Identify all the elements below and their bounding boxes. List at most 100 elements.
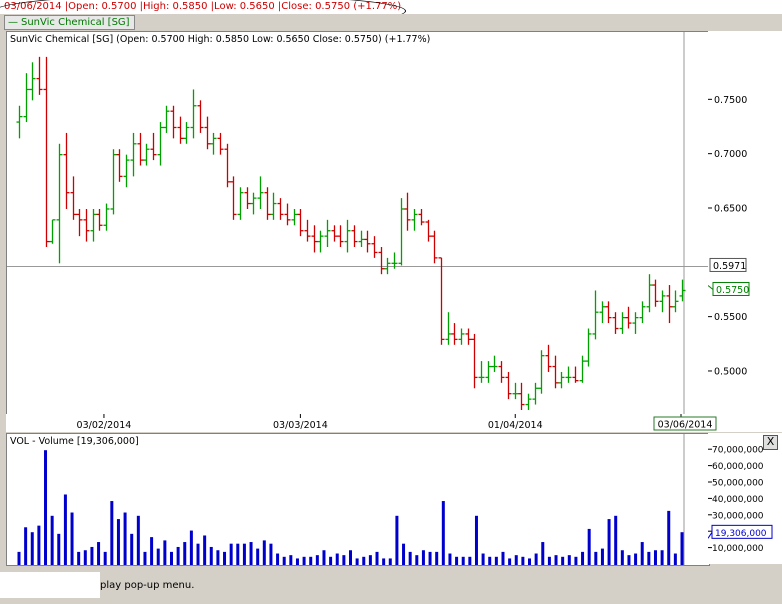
ohlc-bar xyxy=(558,371,565,389)
ohlc-bar xyxy=(204,116,211,150)
volume-bar xyxy=(402,543,406,565)
volume-bar xyxy=(474,515,478,565)
volume-bar xyxy=(415,555,419,565)
ohlc-bar xyxy=(76,208,83,237)
ohlc-bar xyxy=(572,366,579,383)
volume-bar xyxy=(547,556,551,565)
ohlc-bar xyxy=(625,306,632,329)
bottom-status-text: play pop-up menu. xyxy=(100,580,195,591)
price-chart[interactable] xyxy=(7,32,709,415)
ohlc-bar xyxy=(224,143,231,188)
volume-bar xyxy=(24,527,28,565)
ohlc-bar xyxy=(150,132,157,161)
close-volume-panel-button[interactable]: X xyxy=(763,435,778,450)
ohlc-bar xyxy=(358,230,365,248)
volume-bar xyxy=(209,546,213,565)
volume-bar xyxy=(169,551,173,565)
ohlc-bar xyxy=(197,100,204,133)
volume-bar xyxy=(620,550,624,565)
volume-bar xyxy=(594,551,598,565)
volume-header: VOL - Volume [19,306,000] xyxy=(10,436,139,447)
ohlc-bar xyxy=(244,187,251,209)
volume-bar xyxy=(673,553,677,565)
ohlc-bar xyxy=(23,73,30,123)
volume-bar xyxy=(44,450,48,565)
ohlc-bar xyxy=(646,274,653,313)
volume-tick-label: 50,000,000 xyxy=(712,479,764,489)
ohlc-bar xyxy=(438,257,445,345)
volume-bar xyxy=(435,551,439,565)
volume-bar xyxy=(501,551,505,565)
volume-bar xyxy=(534,553,538,565)
volume-bar xyxy=(229,543,233,565)
ohlc-bar xyxy=(83,208,90,242)
ohlc-bar xyxy=(190,89,197,139)
volume-bar xyxy=(123,512,127,565)
volume-bar xyxy=(163,540,167,565)
volume-bar xyxy=(50,515,54,565)
ohlc-bar xyxy=(270,192,277,220)
ohlc-bar xyxy=(545,344,552,372)
price-panel[interactable] xyxy=(6,31,710,416)
last-price-label: 0.5750 xyxy=(716,285,749,296)
ohlc-bar xyxy=(599,301,606,324)
volume-bar xyxy=(382,558,386,565)
ohlc-bar xyxy=(471,333,478,389)
ohlc-bar xyxy=(425,219,432,242)
volume-bar xyxy=(528,558,532,565)
volume-bar xyxy=(302,556,306,565)
ohlc-bar xyxy=(371,236,378,258)
ohlc-bar xyxy=(585,328,592,367)
ohlc-bar xyxy=(96,208,103,231)
volume-bar xyxy=(130,533,134,565)
volume-bar xyxy=(63,494,67,565)
ohlc-bar xyxy=(177,116,184,144)
ohlc-bar xyxy=(110,149,117,215)
volume-bar xyxy=(408,551,412,565)
ohlc-bar xyxy=(451,323,458,345)
volume-bar xyxy=(242,543,246,565)
volume-bar xyxy=(37,525,41,565)
ohlc-bar xyxy=(465,328,472,345)
ohlc-bar xyxy=(532,382,539,405)
volume-bar xyxy=(276,553,280,565)
volume-bar xyxy=(614,515,618,565)
crosshair-price-label: 0.5971 xyxy=(713,261,746,272)
top-status-bar: 03/06/2014 |Open: 0.5700 |High: 0.5850 |… xyxy=(0,0,782,14)
date-tick-label: 03/03/2014 xyxy=(273,420,328,431)
volume-bar xyxy=(541,542,545,565)
ohlc-bar xyxy=(552,355,559,389)
volume-bar xyxy=(581,551,585,565)
volume-panel[interactable] xyxy=(6,433,710,566)
volume-bar xyxy=(448,553,452,565)
volume-bar xyxy=(309,556,313,565)
ohlc-bar xyxy=(404,192,411,231)
volume-bar xyxy=(488,556,492,565)
volume-bar xyxy=(587,528,591,565)
ohlc-bar xyxy=(90,208,97,242)
legend-button[interactable]: — SunVic Chemical [SG] xyxy=(4,15,135,30)
ohlc-bar xyxy=(324,219,331,248)
ohlc-bar xyxy=(505,371,512,400)
volume-tick-label: 30,000,000 xyxy=(712,511,764,521)
ohlc-bar xyxy=(605,301,612,324)
ohlc-bar xyxy=(291,208,298,226)
ohlc-bar xyxy=(157,122,164,166)
volume-bar xyxy=(136,515,140,565)
volume-bar xyxy=(680,532,684,565)
volume-bar xyxy=(143,551,147,565)
volume-bar xyxy=(103,551,107,565)
volume-bar xyxy=(554,555,558,565)
ohlc-bar xyxy=(277,198,284,220)
volume-bar xyxy=(441,501,445,565)
volume-bar xyxy=(660,550,664,565)
ohlc-bar xyxy=(137,132,144,166)
volume-tick-label: 10,000,000 xyxy=(712,544,764,554)
ohlc-bar xyxy=(56,143,63,264)
ohlc-bar xyxy=(230,176,237,220)
price-tick-label: 0.6500 xyxy=(714,203,747,214)
ohlc-bar xyxy=(43,56,50,248)
volume-chart[interactable] xyxy=(7,434,709,565)
volume-bar xyxy=(362,556,366,565)
ohlc-bar xyxy=(170,105,177,139)
